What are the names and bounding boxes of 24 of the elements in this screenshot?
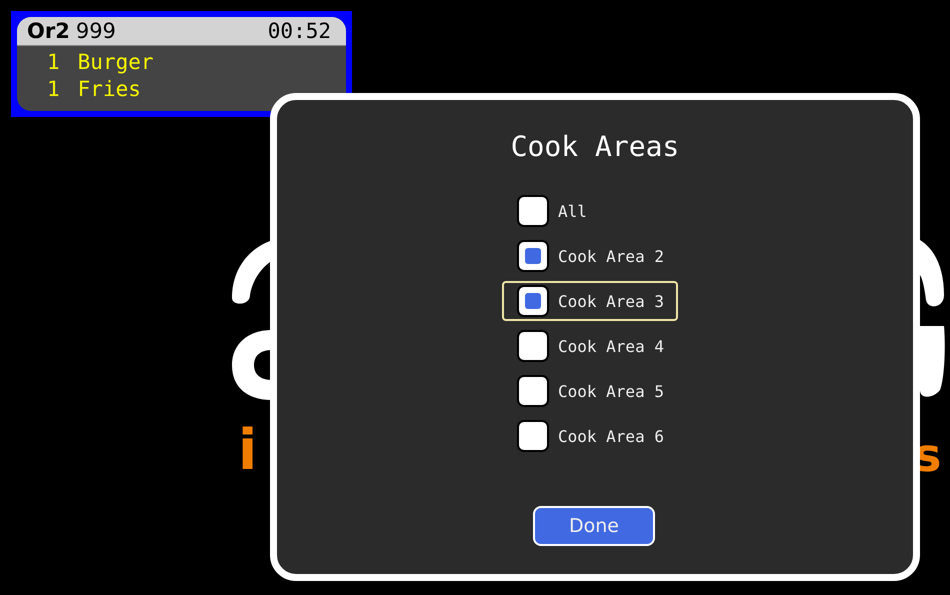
checkbox[interactable]: [517, 240, 549, 272]
checkbox[interactable]: [517, 375, 549, 407]
option-label: Cook Area 5: [558, 382, 664, 400]
done-button[interactable]: Done: [533, 506, 655, 546]
order-number: 999: [76, 19, 116, 43]
option-label: Cook Area 2: [558, 246, 664, 266]
item-name: Burger: [78, 49, 154, 76]
checkbox[interactable]: [517, 420, 549, 452]
logo-text: i: [238, 423, 258, 479]
dialog-title: Cook Areas: [510, 130, 680, 163]
item-name: Fries: [78, 76, 141, 103]
checkbox[interactable]: [517, 285, 549, 317]
option-label: Cook Area 4: [558, 336, 664, 356]
checkbox[interactable]: [517, 330, 549, 362]
order-label: Or2: [27, 19, 70, 43]
item-quantity: 1: [47, 76, 60, 103]
option-label: Cook Area 3: [558, 292, 664, 310]
order-ticket[interactable]: Or2 999 00:52 1 Burger 1 Fries: [11, 11, 352, 117]
option-label: Cook Area 6: [558, 426, 664, 446]
order-timer: 00:52: [268, 19, 331, 43]
checkbox[interactable]: [517, 195, 549, 227]
option-label: All: [558, 202, 587, 220]
item-quantity: 1: [47, 49, 60, 76]
highlighted-option[interactable]: Cook Area 3: [502, 281, 678, 321]
